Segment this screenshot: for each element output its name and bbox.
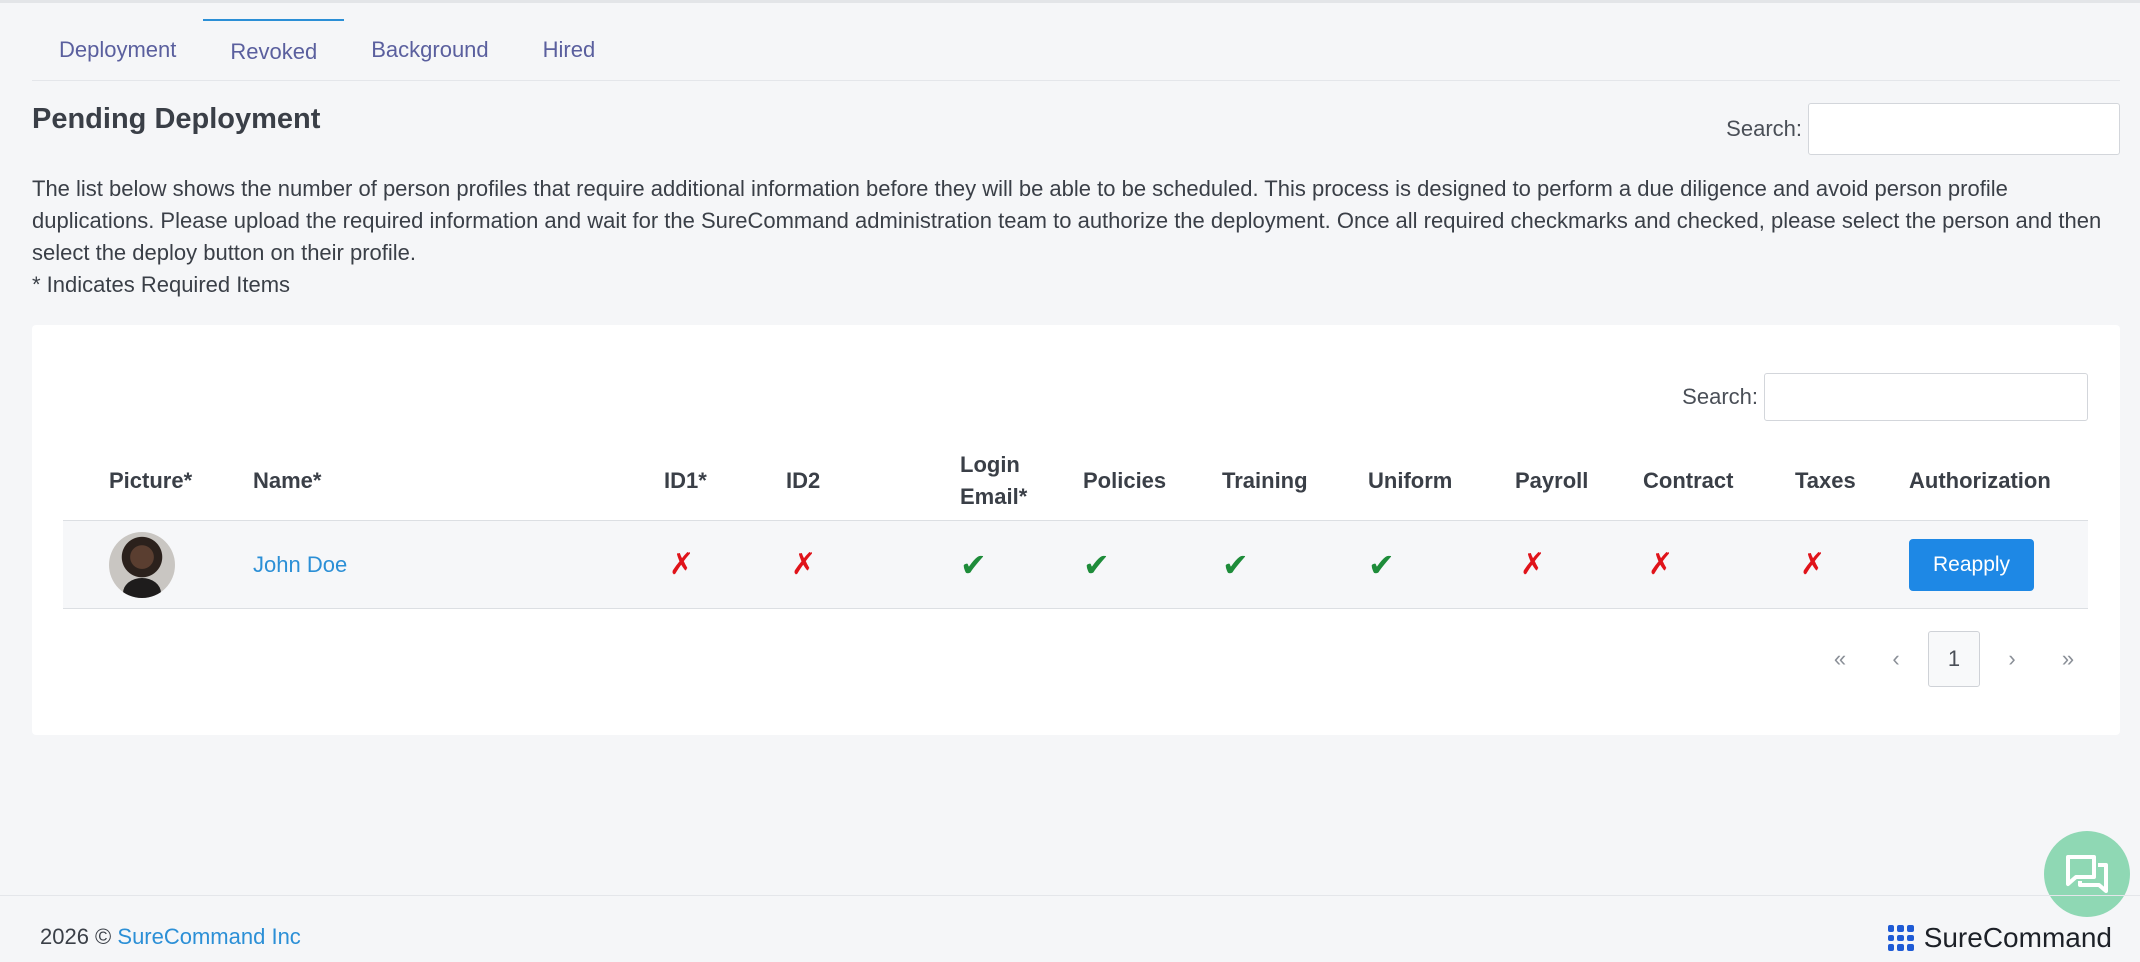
- page-search-label: Search:: [1726, 116, 1802, 141]
- table-search-input[interactable]: [1764, 373, 2088, 421]
- company-link[interactable]: SureCommand Inc: [117, 924, 300, 949]
- first-page-button[interactable]: «: [1812, 631, 1868, 687]
- col-training[interactable]: Training: [1222, 441, 1308, 521]
- uniform-status: ✔: [1368, 521, 1395, 609]
- id1-status: ✗: [669, 521, 694, 609]
- payroll-status: ✗: [1520, 521, 1545, 609]
- tab-revoked[interactable]: Revoked: [203, 19, 345, 80]
- cross-icon: ✗: [1648, 548, 1674, 581]
- deployment-table: Picture* Name* ID1* ID2 Login Email* Pol…: [63, 441, 2088, 609]
- brand-name: SureCommand: [1923, 922, 2112, 953]
- brand-logo: SureCommand: [1887, 922, 2112, 954]
- col-uniform[interactable]: Uniform: [1368, 441, 1452, 521]
- page-title: Pending Deployment: [32, 103, 321, 135]
- authorization-cell: Reapply: [1909, 521, 2035, 609]
- description-text: The list below shows the number of perso…: [32, 176, 2102, 265]
- pagination: « ‹ 1 › »: [1812, 631, 2096, 687]
- chat-icon: [2066, 855, 2108, 893]
- check-icon: ✔: [960, 547, 987, 583]
- reapply-button[interactable]: Reapply: [1909, 539, 2035, 591]
- col-id2[interactable]: ID2: [786, 441, 820, 521]
- grid-icon: [1887, 925, 1914, 951]
- tab-deployment[interactable]: Deployment: [32, 19, 203, 80]
- cross-icon: ✗: [669, 548, 695, 581]
- person-name-link[interactable]: John Doe: [253, 552, 347, 578]
- login-email-status: ✔: [960, 521, 987, 609]
- col-name[interactable]: Name*: [253, 441, 321, 521]
- name-cell: John Doe: [253, 521, 347, 609]
- page-search: Search:: [1726, 103, 2120, 155]
- prev-page-button[interactable]: ‹: [1868, 631, 1924, 687]
- description: The list below shows the number of perso…: [32, 173, 2122, 301]
- taxes-status: ✗: [1800, 521, 1825, 609]
- next-page-button[interactable]: ›: [1984, 631, 2040, 687]
- col-contract[interactable]: Contract: [1643, 441, 1733, 521]
- id2-status: ✗: [791, 521, 816, 609]
- cross-icon: ✗: [791, 548, 817, 581]
- col-login-email[interactable]: Login Email*: [960, 441, 1050, 521]
- contract-status: ✗: [1648, 521, 1673, 609]
- table-search-label: Search:: [1682, 384, 1758, 409]
- col-picture[interactable]: Picture*: [109, 441, 192, 521]
- table-header: Picture* Name* ID1* ID2 Login Email* Pol…: [63, 441, 2088, 521]
- table-search: Search:: [1682, 373, 2088, 421]
- training-status: ✔: [1222, 521, 1249, 609]
- copyright-year: 2026 ©: [40, 924, 112, 949]
- page-search-input[interactable]: [1808, 103, 2120, 155]
- check-icon: ✔: [1083, 547, 1110, 583]
- col-policies[interactable]: Policies: [1083, 441, 1166, 521]
- footer: 2026 © SureCommand Inc SureCommand: [0, 895, 2140, 962]
- policies-status: ✔: [1083, 521, 1110, 609]
- current-page-button[interactable]: 1: [1928, 631, 1980, 687]
- check-icon: ✔: [1368, 547, 1395, 583]
- last-page-button[interactable]: »: [2040, 631, 2096, 687]
- cross-icon: ✗: [1800, 548, 1826, 581]
- deployment-card: Search: Picture* Name* ID1* ID2 Login Em…: [32, 325, 2120, 735]
- col-payroll[interactable]: Payroll: [1515, 441, 1588, 521]
- col-authorization[interactable]: Authorization: [1909, 441, 2051, 521]
- col-taxes[interactable]: Taxes: [1795, 441, 1856, 521]
- tab-bar: Deployment Revoked Background Hired: [32, 19, 2120, 81]
- cross-icon: ✗: [1520, 548, 1546, 581]
- table-row: John Doe ✗ ✗ ✔ ✔ ✔ ✔ ✗ ✗ ✗ Reapply: [63, 521, 2088, 609]
- avatar: [109, 532, 175, 598]
- required-note: * Indicates Required Items: [32, 272, 291, 297]
- copyright: 2026 © SureCommand Inc: [40, 924, 301, 950]
- col-id1[interactable]: ID1*: [664, 441, 707, 521]
- picture-cell: [109, 521, 175, 609]
- check-icon: ✔: [1222, 547, 1249, 583]
- tab-background[interactable]: Background: [344, 19, 515, 80]
- tab-hired[interactable]: Hired: [516, 19, 623, 80]
